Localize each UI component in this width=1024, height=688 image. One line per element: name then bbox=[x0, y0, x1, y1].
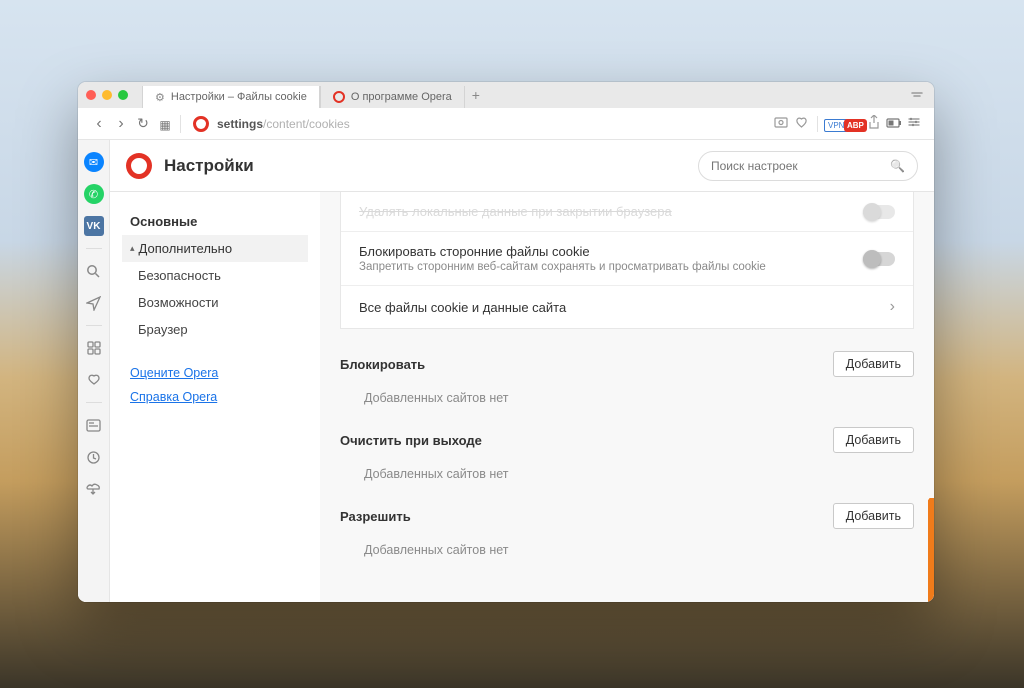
close-window-button[interactable] bbox=[86, 90, 96, 100]
empty-text: Добавленных сайтов нет bbox=[340, 377, 914, 405]
sidebar-link-help-opera[interactable]: Справка Opera bbox=[122, 385, 308, 409]
window-controls bbox=[86, 90, 128, 100]
section-title: Блокировать bbox=[340, 357, 425, 372]
left-rail: ✉ ✆ VK bbox=[78, 140, 110, 602]
row-label: Удалять локальные данные при закрытии бр… bbox=[359, 204, 672, 219]
sidebar-link-rate-opera[interactable]: Оцените Opera bbox=[122, 361, 308, 385]
opera-icon bbox=[193, 116, 209, 132]
row-all-cookies-and-site-data[interactable]: Все файлы cookie и данные сайта bbox=[341, 285, 913, 328]
annotation-arrow bbox=[928, 498, 934, 602]
sidebar-item-features[interactable]: Возможности bbox=[122, 289, 308, 316]
sidebar-item-security[interactable]: Безопасность bbox=[122, 262, 308, 289]
row-desc: Запретить сторонним веб-сайтам сохранять… bbox=[359, 261, 766, 273]
add-button-block[interactable]: Добавить bbox=[833, 351, 914, 377]
forward-button[interactable] bbox=[110, 115, 132, 133]
settings-title: Настройки bbox=[164, 156, 254, 176]
tab-about-opera[interactable]: О программе Opera bbox=[320, 86, 465, 108]
rail-separator bbox=[86, 402, 102, 403]
search-icon[interactable] bbox=[84, 261, 104, 281]
sidebar-item-basic[interactable]: Основные bbox=[122, 208, 308, 235]
sidebar-item-browser[interactable]: Браузер bbox=[122, 316, 308, 343]
main-pane: Настройки Основные Дополнительно Безопас… bbox=[110, 140, 934, 602]
heart-icon[interactable] bbox=[791, 116, 811, 131]
opera-icon bbox=[333, 91, 345, 103]
sidebar-item-advanced[interactable]: Дополнительно bbox=[122, 235, 308, 262]
vpn-badge[interactable]: VPN bbox=[824, 117, 844, 131]
url-bold: settings bbox=[217, 117, 263, 131]
tab-settings-cookies[interactable]: Настройки – Файлы cookie bbox=[142, 86, 320, 108]
empty-text: Добавленных сайтов нет bbox=[340, 453, 914, 481]
minimize-window-button[interactable] bbox=[102, 90, 112, 100]
easy-setup-icon[interactable] bbox=[904, 116, 924, 131]
share-icon[interactable] bbox=[864, 115, 884, 132]
cookie-card: Удалять локальные данные при закрытии бр… bbox=[340, 192, 914, 329]
url-rest: /content/cookies bbox=[263, 117, 350, 131]
back-button[interactable] bbox=[88, 115, 110, 133]
toggle-delete-on-close[interactable] bbox=[863, 205, 895, 219]
url-text[interactable]: settings/content/cookies bbox=[217, 117, 771, 131]
rail-separator bbox=[86, 248, 102, 249]
search-icon bbox=[890, 157, 905, 175]
tab-label: О программе Opera bbox=[351, 91, 452, 103]
maximize-window-button[interactable] bbox=[118, 90, 128, 100]
rail-separator bbox=[86, 325, 102, 326]
empty-text: Добавленных сайтов нет bbox=[340, 529, 914, 557]
row-block-third-party: Блокировать сторонние файлы cookie Запре… bbox=[341, 231, 913, 285]
send-icon[interactable] bbox=[84, 293, 104, 313]
speed-dial-icon[interactable] bbox=[84, 338, 104, 358]
opera-logo-icon bbox=[126, 153, 152, 179]
row-delete-local-on-close: Удалять локальные данные при закрытии бр… bbox=[341, 192, 913, 231]
section-title: Очистить при выходе bbox=[340, 433, 482, 448]
battery-icon[interactable] bbox=[884, 117, 904, 131]
vk-icon[interactable]: VK bbox=[84, 216, 104, 236]
content-area: ✉ ✆ VK bbox=[78, 140, 934, 602]
section-block: Блокировать Добавить Добавленных сайтов … bbox=[340, 351, 914, 405]
browser-window: Настройки – Файлы cookie О программе Ope… bbox=[78, 82, 934, 602]
new-tab-button[interactable]: + bbox=[465, 84, 487, 106]
section-title: Разрешить bbox=[340, 509, 411, 524]
settings-body: Основные Дополнительно Безопасность Возм… bbox=[110, 192, 934, 602]
tabs-menu-button[interactable] bbox=[910, 88, 924, 102]
history-icon[interactable] bbox=[84, 447, 104, 467]
chevron-right-icon bbox=[890, 298, 895, 316]
snapshot-icon[interactable] bbox=[771, 116, 791, 131]
add-button-clear-on-exit[interactable]: Добавить bbox=[833, 427, 914, 453]
abp-icon[interactable]: ABP bbox=[844, 117, 864, 131]
whatsapp-icon[interactable]: ✆ bbox=[84, 184, 104, 204]
row-label: Блокировать сторонние файлы cookie bbox=[359, 244, 766, 259]
speed-dial-button[interactable] bbox=[154, 116, 176, 132]
section-clear-on-exit: Очистить при выходе Добавить Добавленных… bbox=[340, 427, 914, 481]
cookie-settings-panel: Удалять локальные данные при закрытии бр… bbox=[320, 192, 934, 602]
address-bar: settings/content/cookies VPN ABP bbox=[78, 108, 934, 140]
settings-sidebar: Основные Дополнительно Безопасность Возм… bbox=[110, 192, 320, 602]
toggle-block-third-party[interactable] bbox=[863, 252, 895, 266]
settings-search[interactable] bbox=[698, 151, 918, 181]
messenger-icon[interactable]: ✉ bbox=[84, 152, 104, 172]
row-label: Все файлы cookie и данные сайта bbox=[359, 300, 566, 315]
tab-bar: Настройки – Файлы cookie О программе Ope… bbox=[78, 82, 934, 108]
search-input[interactable] bbox=[711, 159, 890, 173]
personal-news-icon[interactable] bbox=[84, 415, 104, 435]
add-button-allow[interactable]: Добавить bbox=[833, 503, 914, 529]
settings-header: Настройки bbox=[110, 140, 934, 192]
gear-icon bbox=[155, 91, 165, 104]
section-allow: Разрешить Добавить Добавленных сайтов не… bbox=[340, 503, 914, 557]
downloads-icon[interactable] bbox=[84, 479, 104, 499]
tab-label: Настройки – Файлы cookie bbox=[171, 91, 307, 103]
reload-button[interactable] bbox=[132, 115, 154, 132]
bookmarks-icon[interactable] bbox=[84, 370, 104, 390]
